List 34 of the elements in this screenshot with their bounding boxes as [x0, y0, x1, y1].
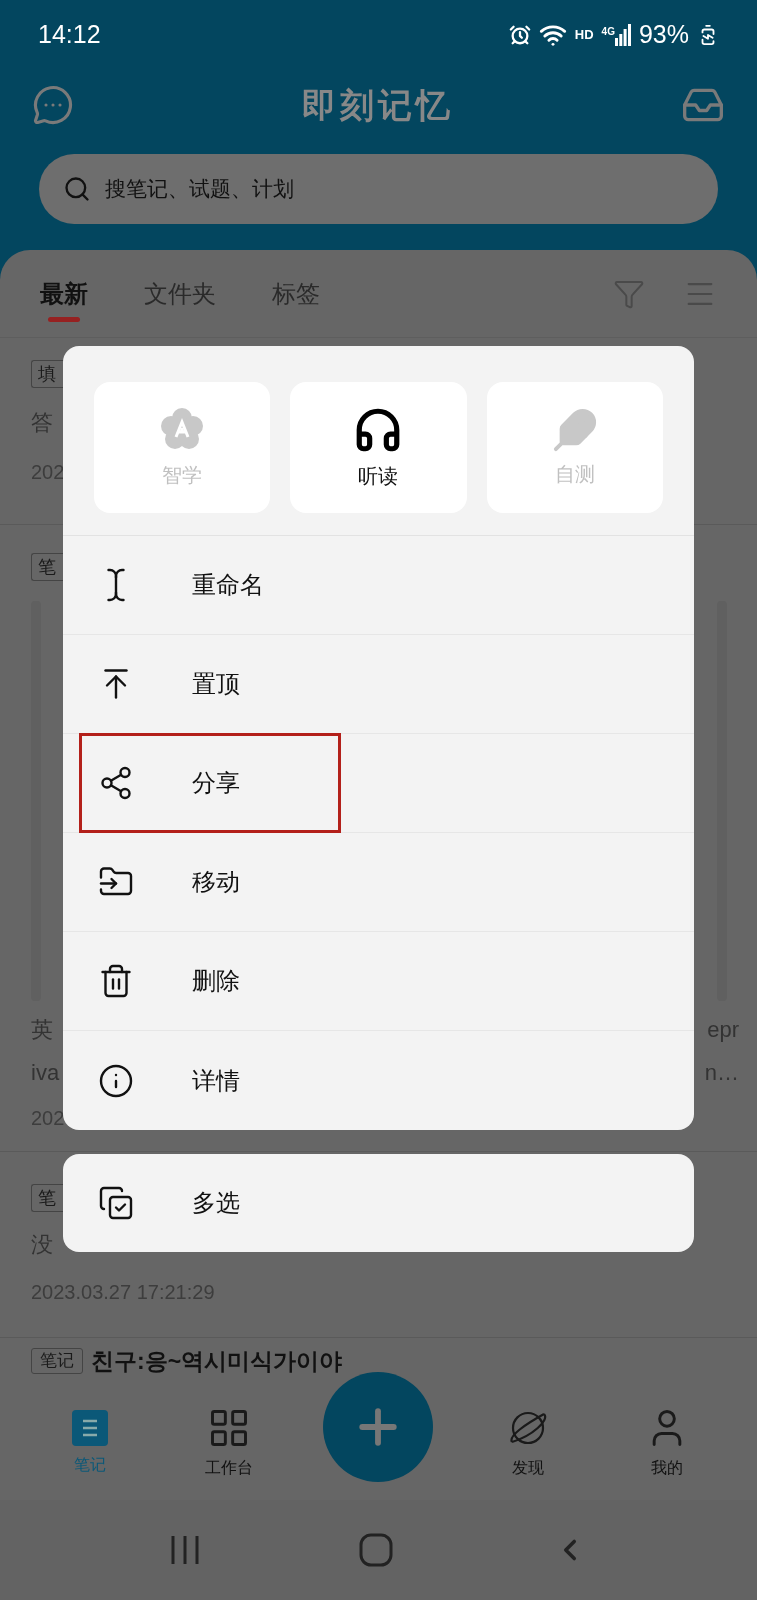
nav-tab[interactable]: 发现	[482, 1405, 573, 1480]
signal-icon	[614, 24, 631, 46]
menu-item[interactable]: 重命名	[79, 535, 341, 635]
note-tag: 笔记	[31, 1348, 83, 1374]
menu-item[interactable]: 多选	[79, 1185, 240, 1221]
search-icon	[63, 175, 91, 203]
app-title: 即刻记忆	[301, 84, 454, 126]
menu-item[interactable]: 删除	[79, 931, 341, 1031]
menu-item[interactable]: 详情	[79, 1030, 341, 1131]
menu-item[interactable]: 置顶	[79, 634, 341, 734]
recent-apps-icon[interactable]	[169, 1534, 200, 1566]
menu-item[interactable]: 分享	[79, 733, 341, 833]
trash-icon	[98, 963, 134, 999]
nav-tab[interactable]: 工作台	[184, 1405, 275, 1480]
alarm-icon	[508, 24, 531, 46]
info-icon	[98, 1062, 134, 1099]
tab[interactable]: 文件夹	[144, 263, 216, 324]
hd-indicator: HD	[574, 26, 594, 45]
nav-tab[interactable]: 我的	[622, 1405, 713, 1480]
network-type: 4G	[601, 25, 615, 39]
chat-icon[interactable]	[32, 84, 74, 126]
menu-item[interactable]: 移动	[79, 832, 341, 932]
share-icon	[98, 765, 134, 801]
quick-action-button[interactable]: 听读	[290, 382, 467, 513]
search-field[interactable]: 搜笔记、试题、计划	[39, 154, 718, 224]
battery-level: 93%	[638, 19, 689, 51]
clock-time: 14:12	[38, 19, 101, 51]
feather-icon	[551, 406, 598, 453]
checkbox-stack-icon	[98, 1185, 134, 1221]
tab[interactable]: 最新	[40, 263, 88, 324]
tab[interactable]: 标签	[272, 263, 320, 324]
notes-icon	[70, 1408, 109, 1447]
home-icon[interactable]	[359, 1533, 394, 1567]
note-title: 친구:응~역시미식가이야	[91, 1348, 343, 1374]
